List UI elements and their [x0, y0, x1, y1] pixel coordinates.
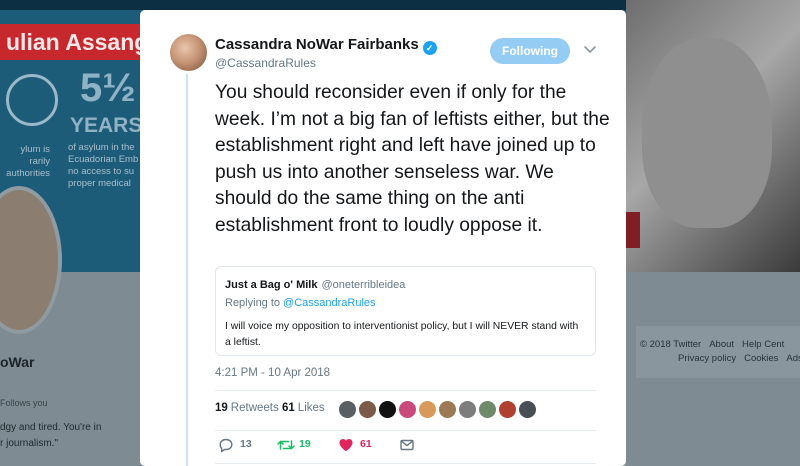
banner-body-left: ylum is rarily authorities [6, 144, 50, 179]
banner-photo-accent [626, 212, 640, 248]
banner-years-label: YEARS [70, 114, 143, 137]
footer-link-about[interactable]: About [709, 339, 734, 350]
tweet-timestamp[interactable]: 4:21 PM - 10 Apr 2018 [215, 367, 330, 379]
heart-icon [339, 439, 353, 452]
follows-you-badge: Follows you [0, 398, 48, 408]
author-handle[interactable]: @CassandraRules [215, 56, 316, 70]
reply-icon [219, 438, 233, 453]
quoted-author-handle: @oneterribleidea [321, 279, 406, 291]
like-count: 61 [360, 438, 372, 450]
footer-link-ads[interactable]: Ads [786, 353, 800, 364]
liker-avatar-6[interactable] [438, 400, 457, 419]
liker-avatar-8[interactable] [478, 400, 497, 419]
footer-link-help[interactable]: Help Cent [742, 339, 784, 350]
banner-photo [626, 0, 800, 272]
divider [215, 463, 596, 464]
liker-avatar-4[interactable] [398, 400, 417, 419]
banner-photo-face [642, 38, 772, 228]
divider [215, 430, 596, 431]
message-icon [400, 439, 414, 451]
banner-title: ulian Assang [0, 24, 163, 60]
profile-name: oWar [0, 354, 35, 370]
liker-avatar-5[interactable] [418, 400, 437, 419]
divider [215, 390, 596, 391]
retweet-icon [277, 440, 295, 450]
replying-to-link[interactable]: @CassandraRules [283, 297, 376, 309]
banner-years-number: 5½ [80, 66, 136, 110]
quoted-tweet[interactable]: Just a Bag o' Milk @oneterribleidea Reply… [215, 266, 596, 356]
retweets-stat[interactable]: 19 Retweets [215, 402, 279, 414]
retweets-stat-label: Retweets [230, 402, 279, 414]
liker-avatar-10[interactable] [518, 400, 537, 419]
likes-stat[interactable]: 61 Likes [282, 402, 325, 414]
replying-to-label: Replying to [225, 297, 281, 309]
likes-stat-label: Likes [297, 402, 325, 414]
liker-avatar-2[interactable] [358, 400, 377, 419]
retweet-count: 19 [299, 438, 311, 450]
liker-avatar-1[interactable] [338, 400, 357, 419]
retweets-stat-count: 19 [215, 402, 228, 414]
quoted-author-name: Just a Bag o' Milk [225, 279, 318, 291]
footer-link-cookies[interactable]: Cookies [744, 353, 778, 364]
tweet-modal: Cassandra NoWar Fairbanks ✓ @CassandraRul… [140, 10, 626, 466]
quoted-text: I will voice my opposition to interventi… [225, 321, 579, 348]
tweet-text: You should reconsider even if only for t… [215, 82, 610, 236]
un-emblem-icon [6, 74, 58, 126]
author-name-text[interactable]: Cassandra NoWar Fairbanks [215, 36, 419, 53]
likes-stat-count: 61 [282, 402, 295, 414]
tweet-actions: 13 19 61 [215, 434, 596, 458]
following-button[interactable]: Following [490, 38, 570, 64]
liker-avatar-3[interactable] [378, 400, 397, 419]
chevron-down-icon[interactable] [583, 42, 597, 56]
tweet-stats: 19 Retweets 61 Likes [215, 400, 596, 424]
reply-count: 13 [240, 438, 252, 450]
author-avatar[interactable] [170, 34, 207, 71]
liker-avatar-7[interactable] [458, 400, 477, 419]
author-name[interactable]: Cassandra NoWar Fairbanks ✓ [215, 36, 437, 55]
verified-icon: ✓ [422, 41, 437, 55]
footer-copyright: © 2018 Twitter [640, 339, 702, 350]
site-footer: © 2018 Twitter About Help Cent Privacy pol… [640, 338, 800, 366]
liker-avatar-9[interactable] [498, 400, 517, 419]
thread-line [186, 74, 188, 466]
quoted-author: Just a Bag o' Milk @oneterribleidea [225, 279, 405, 291]
tweet-header: Cassandra NoWar Fairbanks ✓ @CassandraRul… [170, 32, 610, 72]
profile-bio: dgy and tired. You're in r journalism." [0, 422, 102, 449]
footer-link-privacy[interactable]: Privacy policy [678, 353, 736, 364]
quoted-replying-to: Replying to @CassandraRules [225, 297, 376, 309]
